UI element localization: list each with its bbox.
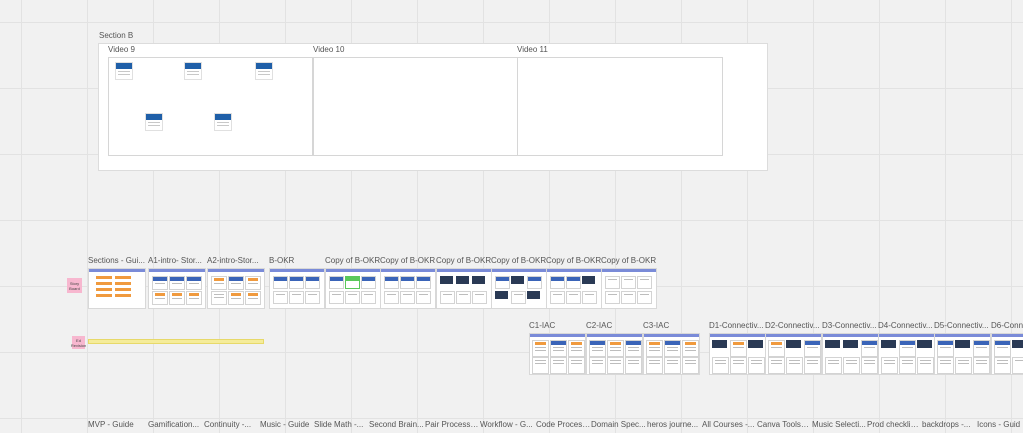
- board-b-okr[interactable]: [269, 268, 325, 309]
- board-label: Copy of B-OKR: [380, 256, 436, 265]
- board-label: Copy of B-OKR: [436, 256, 492, 265]
- board-label: All Courses -...: [702, 420, 755, 429]
- ed-revision-sticky[interactable]: Ed Revision: [71, 336, 86, 349]
- board-d3-connectivity[interactable]: [822, 333, 879, 375]
- board-label: Sections - Gui...: [88, 256, 145, 265]
- board-label: C3-IAC: [643, 321, 670, 330]
- board-label: B-OKR: [269, 256, 295, 265]
- board-label: Pair Process -...: [425, 420, 480, 429]
- board-label: Canva Tools -...: [757, 420, 811, 429]
- board-label: backdrops -...: [922, 420, 971, 429]
- board-label: Continuity -...: [204, 420, 252, 429]
- board-label: Icons - Guid: [977, 420, 1021, 429]
- board-sections-guide[interactable]: [88, 268, 146, 309]
- board-label: D2-Connectiv...: [765, 321, 820, 330]
- board-label: Workflow - G...: [480, 420, 533, 429]
- board-d2-connectivity[interactable]: [765, 333, 822, 375]
- board-a1-intro[interactable]: [148, 268, 206, 309]
- board-d4-connectivity[interactable]: [878, 333, 935, 375]
- board-a2-intro[interactable]: [207, 268, 265, 309]
- board-label: Copy of B-OKR: [601, 256, 657, 265]
- board-label: D6-Conn: [991, 321, 1023, 330]
- slide-thumbnail[interactable]: [255, 62, 273, 80]
- slide-thumbnail[interactable]: [214, 113, 232, 131]
- board-copy-b-okr[interactable]: [436, 268, 492, 309]
- board-label: C2-IAC: [586, 321, 613, 330]
- board-label: heros journe...: [647, 420, 699, 429]
- board-label: Slide Math -...: [314, 420, 364, 429]
- board-label: Domain Spec...: [591, 420, 646, 429]
- frame-video-11[interactable]: [517, 57, 723, 156]
- yellow-bar[interactable]: [88, 339, 264, 344]
- board-label: Copy of B-OKR: [325, 256, 381, 265]
- board-label: D5-Connectiv...: [934, 321, 989, 330]
- board-c2-iac[interactable]: [586, 333, 643, 375]
- board-label: Music - Guide: [260, 420, 310, 429]
- board-label: Gamification...: [148, 420, 200, 429]
- frame-label-video-9: Video 9: [108, 45, 135, 54]
- board-d6-connectivity[interactable]: [991, 333, 1023, 375]
- frame-label-video-11: Video 11: [517, 45, 548, 54]
- board-label: A1-intro- Stor...: [148, 256, 202, 265]
- board-label: Prod checklis...: [867, 420, 921, 429]
- board-label: MVP - Guide: [88, 420, 134, 429]
- frame-video-9[interactable]: [108, 57, 313, 156]
- board-c3-iac[interactable]: [643, 333, 700, 375]
- section-title: Section B: [99, 31, 134, 40]
- slide-thumbnail[interactable]: [145, 113, 163, 131]
- board-copy-b-okr[interactable]: [491, 268, 547, 309]
- story-board-sticky[interactable]: Story Board: [67, 278, 82, 293]
- board-copy-b-okr[interactable]: [380, 268, 436, 309]
- slide-thumbnail[interactable]: [184, 62, 202, 80]
- board-label: Code Process...: [536, 420, 591, 429]
- slide-thumbnail[interactable]: [115, 62, 133, 80]
- board-label: Copy of B-OKR: [546, 256, 602, 265]
- board-label: A2-intro-Stor...: [207, 256, 259, 265]
- board-copy-b-okr[interactable]: [546, 268, 602, 309]
- board-d5-connectivity[interactable]: [934, 333, 991, 375]
- board-copy-b-okr[interactable]: [601, 268, 657, 309]
- board-label: D3-Connectiv...: [822, 321, 877, 330]
- board-label: C1-IAC: [529, 321, 556, 330]
- frame-video-10[interactable]: [313, 57, 518, 156]
- board-label: Music Selecti...: [812, 420, 866, 429]
- board-label: D1-Connectiv...: [709, 321, 764, 330]
- board-d1-connectivity[interactable]: [709, 333, 766, 375]
- board-label: Second Brain...: [369, 420, 424, 429]
- frame-label-video-10: Video 10: [313, 45, 345, 54]
- board-c1-iac[interactable]: [529, 333, 586, 375]
- board-label: Copy of B-OKR: [491, 256, 547, 265]
- board-label: D4-Connectiv...: [878, 321, 933, 330]
- board-copy-b-okr[interactable]: [325, 268, 381, 309]
